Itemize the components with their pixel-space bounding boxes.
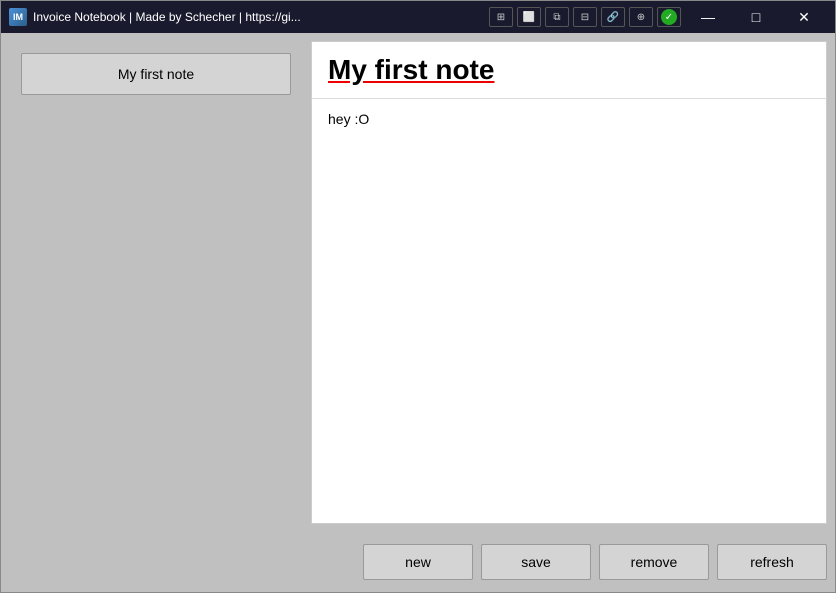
tool-btn-3[interactable]: ⧉	[545, 7, 569, 27]
maximize-button[interactable]: □	[733, 3, 779, 31]
toolbar-tools: ⊞ ⬜ ⧉ ⊟ 🔗 ⊕ ✓	[489, 7, 681, 27]
tool-btn-6[interactable]: ⊕	[629, 7, 653, 27]
refresh-button[interactable]: refresh	[717, 544, 827, 580]
window-title: Invoice Notebook | Made by Schecher | ht…	[33, 10, 301, 24]
tool-btn-5[interactable]: 🔗	[601, 7, 625, 27]
sidebar: My first note	[1, 33, 311, 532]
save-button[interactable]: save	[481, 544, 591, 580]
app-icon-text: IM	[13, 12, 23, 22]
app-window: IM Invoice Notebook | Made by Schecher |…	[0, 0, 836, 593]
note-item-label: My first note	[118, 66, 194, 82]
bottom-bar: new save remove refresh	[1, 532, 835, 592]
note-content: hey :O	[328, 111, 810, 127]
remove-button[interactable]: remove	[599, 544, 709, 580]
tool-btn-check[interactable]: ✓	[657, 7, 681, 27]
note-title-area: My first note	[311, 41, 827, 99]
window-controls: — □ ✕	[685, 3, 827, 31]
close-button[interactable]: ✕	[781, 3, 827, 31]
tool-btn-2[interactable]: ⬜	[517, 7, 541, 27]
minimize-button[interactable]: —	[685, 3, 731, 31]
new-button[interactable]: new	[363, 544, 473, 580]
tool-btn-1[interactable]: ⊞	[489, 7, 513, 27]
title-bar-left: IM Invoice Notebook | Made by Schecher |…	[9, 8, 301, 26]
note-list-item[interactable]: My first note	[21, 53, 291, 95]
main-panel: My first note hey :O	[311, 33, 835, 532]
check-icon: ✓	[661, 9, 677, 25]
tool-btn-4[interactable]: ⊟	[573, 7, 597, 27]
title-bar: IM Invoice Notebook | Made by Schecher |…	[1, 1, 835, 33]
content-area: My first note My first note hey :O	[1, 33, 835, 532]
note-title: My first note	[328, 54, 810, 86]
app-icon: IM	[9, 8, 27, 26]
note-body-area[interactable]: hey :O	[311, 99, 827, 524]
